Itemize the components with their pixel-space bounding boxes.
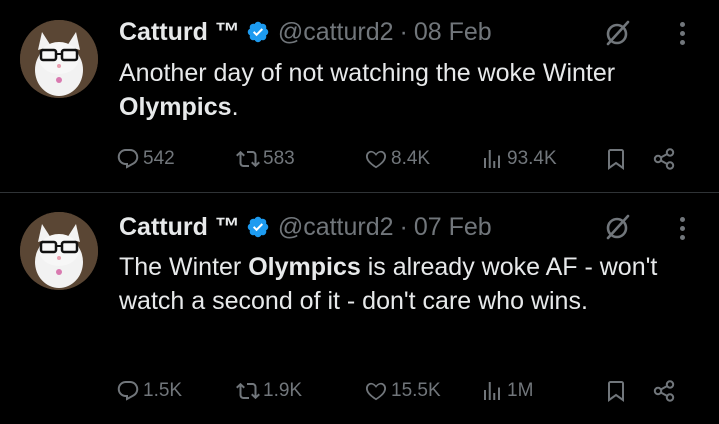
separator-dot: ·	[399, 212, 408, 241]
views-button[interactable]: 93.4K	[480, 142, 557, 176]
tweet-header: Catturd ™ @catturd2 · 08 Feb	[119, 15, 492, 49]
heart-icon	[365, 150, 387, 169]
grok-icon[interactable]	[604, 19, 632, 47]
tweet-2[interactable]: Catturd ™ @catturd2 · 07 Feb The Winter …	[0, 194, 719, 424]
like-button[interactable]: 15.5K	[364, 374, 441, 408]
author-name[interactable]: Catturd ™	[119, 18, 240, 47]
tweet-text: The Winter Olympics is already woke AF -…	[119, 250, 704, 318]
verified-badge-icon	[246, 215, 270, 239]
avatar[interactable]	[20, 212, 98, 290]
reply-count: 542	[143, 148, 175, 169]
like-count: 15.5K	[391, 380, 441, 401]
like-count: 8.4K	[391, 148, 431, 169]
repost-button[interactable]: 1.9K	[236, 374, 302, 408]
repost-icon	[236, 150, 260, 168]
reply-count: 1.5K	[143, 380, 183, 401]
author-handle[interactable]: @catturd2	[278, 18, 394, 47]
grok-icon[interactable]	[604, 213, 632, 241]
tweet-date[interactable]: 08 Feb	[414, 18, 492, 47]
tweet-header: Catturd ™ @catturd2 · 07 Feb	[119, 210, 492, 244]
views-chart-icon	[484, 382, 500, 400]
repost-count: 1.9K	[263, 380, 303, 401]
bookmark-icon	[608, 381, 624, 402]
repost-button[interactable]: 583	[236, 142, 295, 176]
tweet-text-highlight[interactable]: Olympics	[119, 93, 232, 121]
share-button[interactable]	[652, 374, 676, 408]
share-button[interactable]	[652, 142, 676, 176]
avatar-cat-image	[20, 212, 98, 290]
repost-icon	[236, 382, 260, 400]
bookmark-icon	[608, 149, 624, 170]
share-nodes-icon	[653, 380, 675, 402]
tweet-actions: 1.5K 1.9K 15.5K 1M	[116, 374, 706, 408]
avatar-cat-image	[20, 20, 98, 98]
tweet-text-part: Another day of not watching the woke Win…	[119, 59, 616, 87]
repost-count: 583	[263, 148, 295, 169]
views-button[interactable]: 1M	[480, 374, 533, 408]
like-button[interactable]: 8.4K	[364, 142, 430, 176]
views-count: 1M	[507, 380, 534, 401]
verified-badge-icon	[246, 20, 270, 44]
tweet-date[interactable]: 07 Feb	[414, 213, 492, 242]
heart-icon	[365, 382, 387, 401]
tweet-1[interactable]: Catturd ™ @catturd2 · 08 Feb Another day…	[0, 0, 719, 193]
author-name[interactable]: Catturd ™	[119, 213, 240, 242]
tweet-text: Another day of not watching the woke Win…	[119, 56, 704, 124]
reply-button[interactable]: 542	[116, 142, 175, 176]
tweet-text-part: The Winter	[119, 253, 249, 281]
reply-icon	[117, 149, 139, 169]
tweet-text-part: .	[231, 93, 239, 121]
tweet-actions: 542 583 8.4K 93.4K	[116, 142, 706, 176]
bookmark-button[interactable]	[604, 142, 628, 176]
reply-button[interactable]: 1.5K	[116, 374, 182, 408]
more-options-icon[interactable]	[670, 213, 694, 243]
author-handle[interactable]: @catturd2	[278, 213, 394, 242]
tweet-text-highlight[interactable]: Olympics	[248, 253, 361, 281]
bookmark-button[interactable]	[604, 374, 628, 408]
reply-icon	[117, 381, 139, 401]
views-chart-icon	[484, 150, 500, 168]
views-count: 93.4K	[507, 148, 557, 169]
more-options-icon[interactable]	[670, 18, 694, 48]
avatar[interactable]	[20, 20, 98, 98]
separator-dot: ·	[399, 17, 408, 46]
share-nodes-icon	[653, 148, 675, 170]
